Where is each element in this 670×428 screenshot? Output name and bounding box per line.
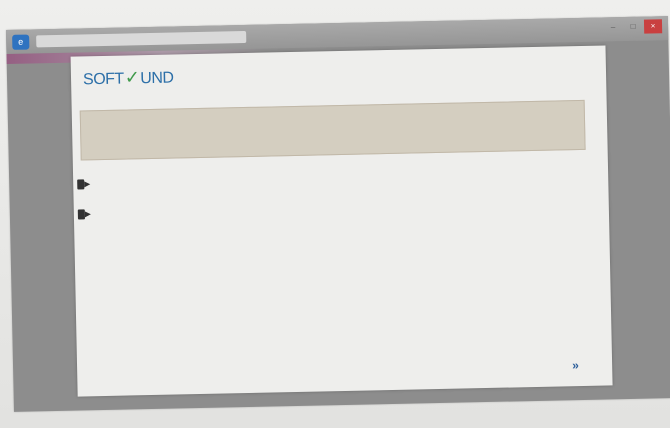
maximize-button[interactable]: □ xyxy=(624,20,642,34)
arrow-icon xyxy=(77,178,91,190)
installer-window: e – □ × SOFT ✓ UND » xyxy=(6,16,670,412)
window-controls: – □ × xyxy=(604,19,663,34)
option-2[interactable] xyxy=(78,208,96,220)
option-1[interactable] xyxy=(77,178,95,190)
brand-logo: SOFT ✓ UND xyxy=(83,67,174,90)
window-tab[interactable] xyxy=(36,30,247,48)
notice-box xyxy=(79,99,586,161)
next-icon[interactable]: » xyxy=(572,358,594,372)
content-page: SOFT ✓ UND » xyxy=(70,45,613,397)
arrow-icon xyxy=(78,208,92,220)
minimize-button[interactable]: – xyxy=(604,20,622,34)
logo-check-icon: ✓ xyxy=(124,67,140,88)
close-button[interactable]: × xyxy=(643,19,663,34)
logo-text-right: UND xyxy=(140,69,174,88)
logo-text-left: SOFT xyxy=(82,70,124,89)
app-icon: e xyxy=(12,34,30,50)
